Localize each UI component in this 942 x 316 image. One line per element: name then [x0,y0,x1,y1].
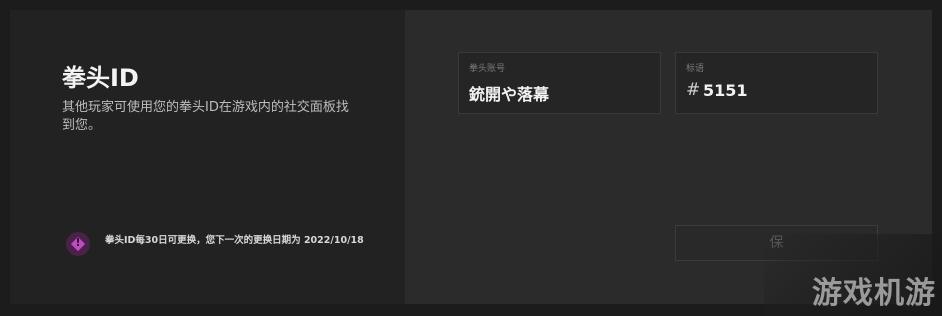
notice-text: 拳头ID每30日可更换，您下一次的更换日期为 2022/10/18 [105,235,364,246]
hash-prefix: # [686,80,701,100]
info-section: 拳头ID 其他玩家可使用您的拳头ID在游戏内的社交面板找到您。 ! 拳头ID每3… [10,10,405,304]
alert-diamond-icon: ! [66,232,90,256]
description-text: 其他玩家可使用您的拳头ID在游戏内的社交面板找到您。 [62,100,349,133]
tagline-field[interactable]: 标语 # 5151 [675,52,878,114]
watermark-text: 游戏机游 [812,276,936,311]
riot-name-label: 拳头账号 [469,64,506,74]
watermark-overlay: 游戏机游 [764,234,942,316]
page-title: 拳头ID [62,64,139,92]
tagline-label: 标语 [686,64,705,74]
riot-name-value[interactable]: 銃開や落幕 [469,81,549,105]
riot-name-field[interactable]: 拳头账号 銃開や落幕 [458,52,661,114]
tagline-value[interactable]: 5151 [703,81,748,100]
change-notice: ! 拳头ID每30日可更换，您下一次的更换日期为 2022/10/18 [66,232,386,268]
